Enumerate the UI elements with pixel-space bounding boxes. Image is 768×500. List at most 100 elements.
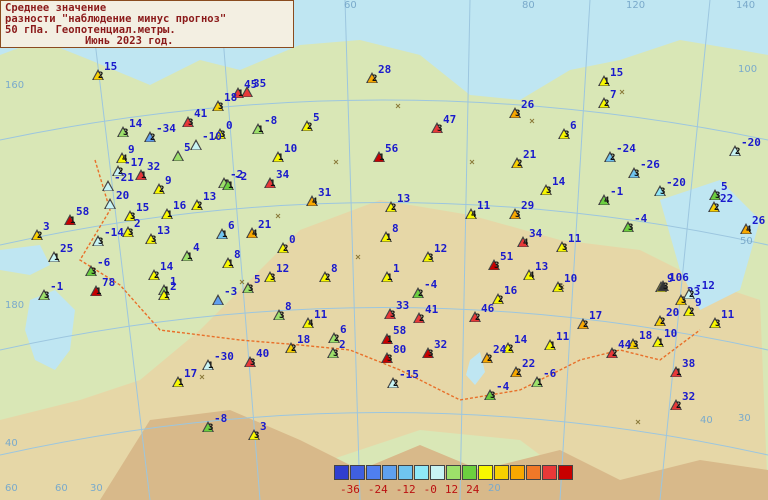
station-value: 15 [610,66,624,79]
legend-swatch [350,465,365,480]
station-count: 3 [208,423,214,433]
station-value: 11 [314,308,328,321]
station-value: 5 [184,141,191,154]
station-value: 38 [682,357,696,370]
station-count: 2 [98,71,104,81]
station-value: 13 [535,260,549,273]
grid-label: 50 [740,236,753,247]
station-count: 1 [604,77,610,87]
station-count: 4 [523,238,529,248]
station-value: 10 [664,327,678,340]
station-value: 7 [610,88,617,101]
station-count: 2 [604,99,610,109]
station-value: 26 [521,98,535,111]
station-value: 56 [385,142,399,155]
station-value: -1 [50,280,64,293]
station-value: 9 [128,143,135,156]
legend-swatch [478,465,493,480]
station-value: 26 [752,214,766,227]
station-value: 40 [256,347,270,360]
station-value: 5 [313,111,320,124]
station-count: 4 [252,229,258,239]
station-value: 6 [228,219,235,232]
station-value: -3 [224,285,238,298]
station-count: 1 [550,341,556,351]
station-value: 10 [564,272,578,285]
station-value: 22 [720,192,734,205]
station-count: 1 [187,252,193,262]
station-count: 3 [634,169,640,179]
station-value: 45 [244,78,258,91]
station-value: 32 [434,338,448,351]
station-value: 20 [666,306,680,319]
station-value: 58 [393,324,407,337]
station-count: 3 [562,243,568,253]
station-count: 3 [633,340,639,350]
station-value: 106 [669,271,689,284]
station-count: 4 [604,196,610,206]
station-value: -1 [610,185,624,198]
station-count: 2 [418,289,424,299]
station-value: 28 [378,63,392,76]
station-count: 3 [515,210,521,220]
station-count: 1 [54,253,60,263]
title-line-4: Июнь 2023 год. [85,35,174,47]
station-count: 4 [308,319,314,329]
station-value: 41 [425,303,439,316]
station-value: 11 [568,232,582,245]
station-value: 31 [318,186,332,199]
station-count: 1 [258,125,264,135]
station-value: 0 [226,119,233,132]
legend-swatch [398,465,413,480]
station-value: 34 [276,168,290,181]
grid-label: 60 [55,483,68,494]
legend-swatch [446,465,461,480]
station-count: 3 [270,273,276,283]
station-value: 16 [504,284,518,297]
station-count: 3 [387,354,393,364]
station-value: 0 [289,233,296,246]
station-value: 25 [60,242,74,255]
station-value: -21 [114,171,134,184]
station-value: -24 [616,142,636,155]
station-count: 1 [164,291,170,301]
station-count: 1 [222,230,228,240]
station-count: 2 [283,244,289,254]
station-value: -6 [97,256,111,269]
station-value: 5 [721,180,728,193]
station-value: 58 [76,205,90,218]
station-value: 17 [184,367,198,380]
station-count: 2 [583,320,589,330]
legend-swatch [366,465,381,480]
legend-label: -0 [423,483,437,496]
station-count: 3 [660,187,666,197]
station-count: 4 [471,210,477,220]
station-value: 18 [297,333,311,346]
station-value: 29 [521,199,535,212]
station-count: 2 [159,185,165,195]
map-title-box: Среднее значение разности "наблюдение ми… [0,0,294,48]
station-count: 3 [390,310,396,320]
station-count: 2 [714,203,720,213]
legend-swatch [334,465,349,480]
station-count: 2 [393,379,399,389]
station-count: 2 [475,313,481,323]
station-value: 8 [331,262,338,275]
station-value: 6 [570,119,577,132]
station-count: 2 [197,201,203,211]
station-value: 3 [43,220,50,233]
grid-label: 140 [736,0,756,11]
station-value: 41 [194,107,208,120]
station-value: 22 [522,357,536,370]
grid-label: 120 [626,0,646,11]
legend-swatch [526,465,541,480]
legend-swatch [494,465,509,480]
station-value: 20 [116,189,130,202]
station-count: 3 [333,349,339,359]
station-count: 3 [254,431,260,441]
legend-label: -36 [340,483,360,496]
station-value: 12 [434,242,448,255]
station-value: -26 [640,158,660,171]
station-count: 1 [537,378,543,388]
station-value: 3 [260,420,267,433]
